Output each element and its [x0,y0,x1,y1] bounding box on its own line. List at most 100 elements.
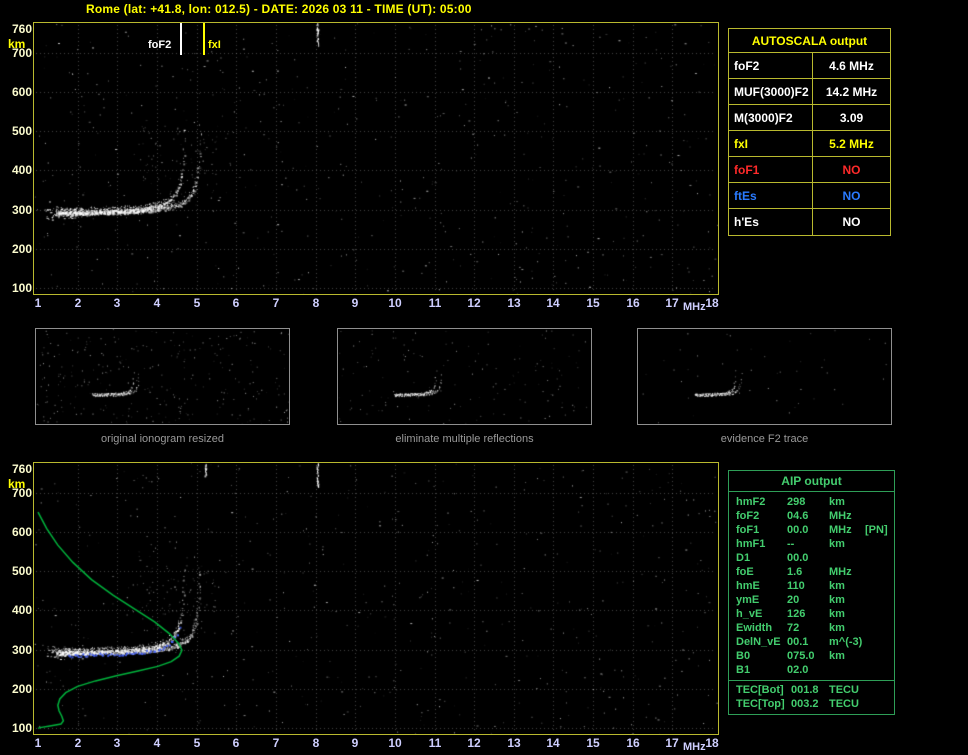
parameter-name: Ewidth [736,622,773,634]
parameter-name: M(3000)F2 [729,105,813,130]
parameter-unit: MHz [829,510,852,522]
parameter-flag [865,495,894,509]
profile-ionogram-canvas [34,463,718,734]
parameter-name: B0 [736,650,751,662]
parameter-unit: TECU [829,698,859,710]
y-axis-tick: 200 [11,242,32,256]
x-axis-tick: 9 [351,296,359,310]
x-axis-tick: 2 [74,296,82,310]
parameter-value: 00.1 [787,636,809,648]
thumbnail-caption-f2: evidence F2 trace [720,433,809,445]
x-axis-tick: 10 [388,296,402,310]
autoscala-app: Rome (lat: +41.8, lon: 012.5) - DATE: 20… [0,0,968,755]
main-ionogram-canvas [34,23,718,294]
parameter-unit: TECU [829,684,859,696]
y-axis-tick: 500 [11,124,32,138]
x-axis-tick: 2 [74,736,82,750]
autoscala-row-fof1: foF1 NO [729,157,890,183]
parameter-name: DelN_vE [736,636,781,648]
x-axis-tick: 5 [193,736,201,750]
parameter-value: NO [842,162,861,177]
y-axis-tick: 760 [11,462,32,476]
aip-table-rows: hmF2 298 km foF2 04.6 MHz foF1 00.0 MHz [PN] hmF1 -… [729,492,894,677]
parameter-value: NO [842,215,861,229]
aip-row-yme: ymE 20 km [729,593,894,607]
aip-table-header: AIP output [729,471,894,492]
autoscala-table-header: AUTOSCALA output [729,29,890,53]
autoscala-output-table: AUTOSCALA output foF2 4.6 MHz MUF(3000)F2 1… [728,28,891,236]
parameter-name: hmF1 [736,538,766,550]
aip-row-h-ve: h_vE 126 km [729,607,894,621]
parameter-unit: MHz [829,566,852,578]
x-axis-tick: 6 [232,296,240,310]
y-axis-tick: 600 [11,525,32,539]
fxi-frequency-line [203,23,205,55]
y-axis-tick: 300 [11,203,32,217]
autoscala-row-h-es: h'Es NO [729,209,890,235]
x-axis-tick: 3 [113,736,121,750]
x-axis-tick: 1 [34,296,42,310]
y-axis-tick: 600 [11,85,32,99]
thumbnail-f2-canvas [638,329,891,424]
y-axis-tick: 300 [11,643,32,657]
profile-ionogram-panel [33,462,719,735]
aip-output-table: AIP output hmF2 298 km foF2 04.6 MHz foF1 00.0 M… [728,470,895,715]
parameter-name: ftEs [729,183,813,208]
aip-row-deln-ve: DelN_vE 00.1 m^(-3) [729,635,894,649]
aip-row-foe: foE 1.6 MHz [729,565,894,579]
x-axis-tick: 17 [665,296,679,310]
parameter-unit: km [829,608,845,620]
parameter-flag [865,663,894,677]
aip-row-hme: hmE 110 km [729,579,894,593]
x-axis-tick: 12 [467,736,481,750]
parameter-value: 02.0 [787,664,809,676]
parameter-unit: m^(-3) [829,636,863,648]
parameter-flag [865,537,894,551]
y-axis-tick: 100 [11,281,32,295]
parameter-flag [865,579,894,593]
parameter-unit: km [829,622,845,634]
parameter-unit [829,551,865,565]
parameter-value: 72 [787,622,800,634]
aip-row-b1: B1 02.0 [729,663,894,677]
parameter-value: 20 [787,594,800,606]
x-axis-tick: 7 [272,736,280,750]
aip-row-d1: D1 00.0 [729,551,894,565]
fxi-line-label: fxI [208,39,221,51]
autoscala-table-rows: foF2 4.6 MHz MUF(3000)F2 14.2 MHz M(3000)F2 3… [729,53,890,235]
parameter-value: 5.2 MHz [829,136,874,151]
aip-row-hmf2: hmF2 298 km [729,495,894,509]
parameter-value: 4.6 MHz [829,58,874,73]
autoscala-row-ftes: ftEs NO [729,183,890,209]
x-axis-tick: 16 [626,296,640,310]
x-axis-unit-label: MHz [683,301,706,313]
fof2-line-label: foF2 [148,39,172,51]
thumbnail-reflections-canvas [338,329,591,424]
thumbnail-original-canvas [36,329,289,424]
parameter-name: TEC[Top] [736,698,785,710]
x-axis-unit-label: MHz [683,741,706,753]
y-axis-tick: 400 [11,603,32,617]
parameter-name: hmF2 [736,496,766,508]
parameter-flag [865,593,894,607]
thumbnail-caption-original: original ionogram resized [101,433,224,445]
x-axis-tick: 4 [153,736,161,750]
x-axis-tick: 13 [507,736,521,750]
y-axis-tick: 400 [11,163,32,177]
parameter-flag [865,635,894,649]
parameter-name: TEC[Bot] [736,684,784,696]
parameter-flag [865,621,894,635]
parameter-name: MUF(3000)F2 [729,79,813,104]
x-axis-tick: 8 [312,736,320,750]
parameter-name: fxI [729,131,813,156]
x-axis-tick: 16 [626,736,640,750]
y-axis-tick: 500 [11,564,32,578]
parameter-value: -- [787,538,795,550]
parameter-value: 3.09 [839,110,864,125]
x-axis-tick: 7 [272,296,280,310]
x-axis-tick: 3 [113,296,121,310]
parameter-name: foF2 [729,53,813,78]
parameter-name: B1 [736,664,751,676]
parameter-flag: [PN] [865,524,888,536]
autoscala-row-muf-3000-f2: MUF(3000)F2 14.2 MHz [729,79,890,105]
